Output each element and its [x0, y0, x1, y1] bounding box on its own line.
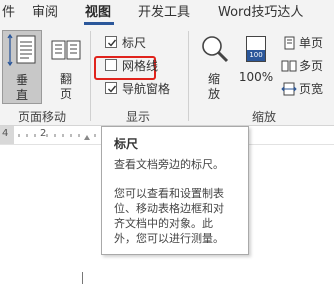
vertical-label-2: 直: [15, 88, 28, 102]
nav-pane-checkbox[interactable]: [105, 82, 117, 94]
gridlines-checkbox-row[interactable]: 网格线: [105, 57, 165, 75]
zoom-100-label: 100%: [238, 70, 274, 84]
tab-developer[interactable]: 开发工具: [138, 4, 190, 22]
magnifier-icon: [202, 36, 229, 63]
tab-review[interactable]: 审阅: [32, 4, 58, 22]
multiple-pages-icon: [281, 60, 297, 72]
nav-pane-label: 导航窗格: [122, 82, 171, 96]
zoom-label-2: 放: [207, 87, 220, 101]
text-cursor: [82, 272, 83, 284]
one-page-button[interactable]: 单页: [280, 35, 330, 51]
ruler-checkbox[interactable]: [105, 36, 117, 48]
tooltip-detail-line: 位、移动表格边框和对: [114, 202, 224, 215]
page-100-icon: 100: [246, 36, 266, 62]
tab-view[interactable]: 视图: [85, 4, 111, 22]
tooltip-detail-line: 外，您可以进行测量。: [114, 232, 224, 245]
side-label-1: 翻: [59, 72, 72, 86]
tab-file[interactable]: 件: [2, 4, 15, 22]
tab-word-tips[interactable]: Word技巧达人: [218, 4, 303, 22]
ribbon-panel: 垂 直 翻 页 页面移动 标尺 网格线 导航窗格 显示 缩 放 100 100%…: [0, 27, 334, 126]
active-tab-indicator: [84, 22, 114, 25]
gridlines-label: 网格线: [122, 59, 159, 73]
vertical-label-1: 垂: [15, 73, 28, 87]
zoom-100-icon-text: 100: [247, 50, 265, 61]
ruler-number: 4: [2, 128, 9, 139]
multi-page-button[interactable]: 多页: [280, 58, 330, 74]
side-by-side-pages-icon: [51, 40, 81, 60]
tooltip-detail-line: 齐文档中的对象。此: [114, 217, 213, 230]
side-label-2: 页: [59, 87, 72, 101]
ruler-label: 标尺: [122, 36, 147, 50]
page-width-icon: [281, 82, 297, 96]
show-group-label: 显示: [126, 110, 151, 124]
tooltip-detail-line: 您可以查看和设置制表: [114, 187, 224, 200]
tooltip-title: 标尺: [114, 137, 139, 151]
ruler-ticks: [18, 134, 96, 140]
multi-page-label: 多页: [299, 59, 324, 73]
gridlines-checkbox[interactable]: [105, 59, 117, 71]
zoom-button[interactable]: 缩 放: [194, 30, 234, 104]
ruler-checkbox-row[interactable]: 标尺: [105, 34, 153, 52]
ribbon-tab-bar: 件 审阅 视图 开发工具 Word技巧达人: [0, 0, 334, 27]
vertical-scroll-icon: [7, 33, 36, 67]
zoom-100-button[interactable]: 100 100%: [238, 30, 274, 104]
zoom-group-label: 缩放: [252, 110, 277, 124]
nav-pane-checkbox-row[interactable]: 导航窗格: [105, 80, 177, 98]
ruler-tooltip: 标尺 查看文档旁边的标尺。 您可以查看和设置制表 位、移动表格边框和对 齐文档中…: [101, 126, 249, 255]
page-width-label: 页宽: [299, 82, 324, 96]
side-to-side-button[interactable]: 翻 页: [46, 30, 86, 104]
one-page-label: 单页: [299, 36, 324, 50]
page-move-group-label: 页面移动: [18, 110, 67, 124]
one-page-icon: [284, 36, 295, 50]
page-width-button[interactable]: 页宽: [280, 81, 330, 97]
group-divider: [188, 31, 189, 121]
zoom-label-1: 缩: [207, 72, 220, 86]
vertical-button[interactable]: 垂 直: [2, 30, 42, 104]
tooltip-description: 查看文档旁边的标尺。: [114, 158, 224, 171]
group-divider: [90, 31, 91, 121]
